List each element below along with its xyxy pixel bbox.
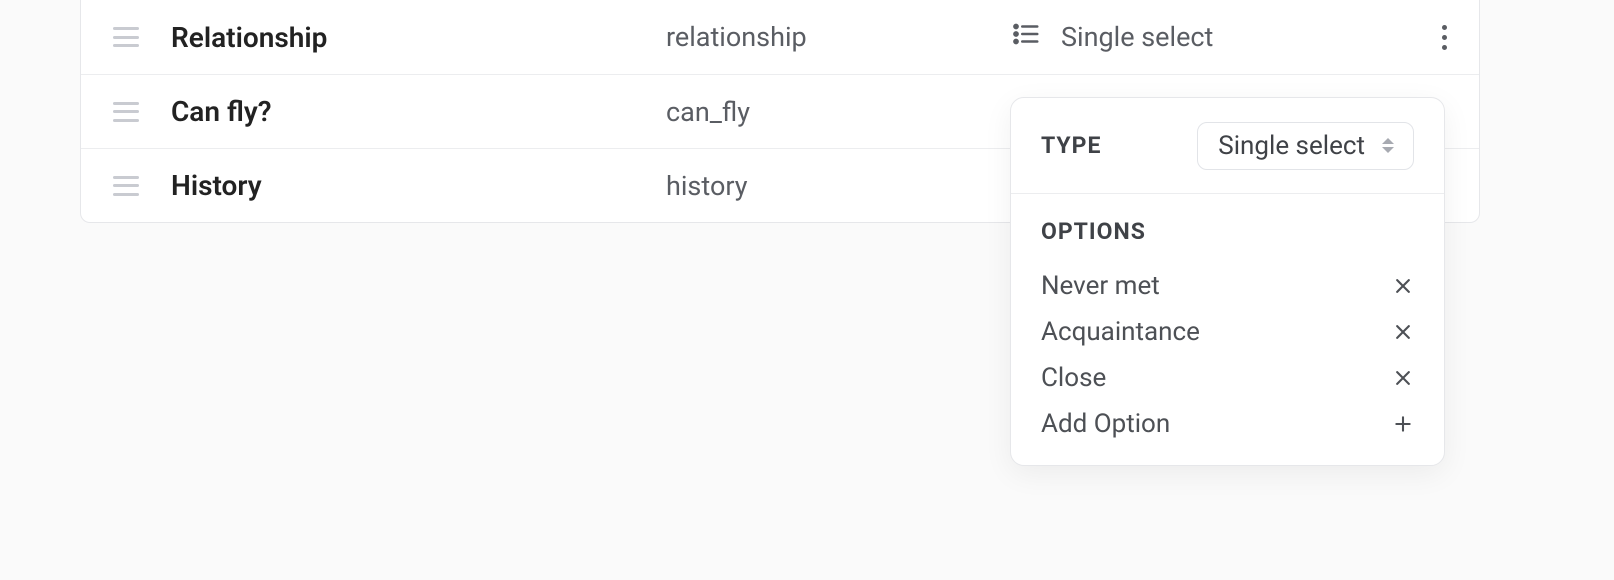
- type-select-value: Single select: [1218, 131, 1365, 161]
- field-type: Single select: [1011, 19, 1409, 56]
- type-select[interactable]: Single select: [1197, 122, 1414, 170]
- add-option-button[interactable]: Add Option: [1011, 401, 1444, 465]
- single-select-icon: [1011, 19, 1041, 56]
- remove-option-button[interactable]: [1392, 367, 1414, 389]
- dots-vertical-icon: [1442, 25, 1447, 50]
- option-item[interactable]: Never met: [1011, 263, 1444, 309]
- drag-handle[interactable]: [81, 176, 171, 196]
- remove-option-button[interactable]: [1392, 275, 1414, 297]
- plus-icon: [1392, 413, 1414, 435]
- field-key: can_fly: [666, 96, 1011, 128]
- remove-option-button[interactable]: [1392, 321, 1414, 343]
- field-key: relationship: [666, 21, 1011, 53]
- option-item[interactable]: Acquaintance: [1011, 309, 1444, 355]
- option-label: Acquaintance: [1041, 317, 1200, 347]
- table-row[interactable]: Relationship relationship Single select: [81, 0, 1479, 74]
- field-name: Can fly?: [171, 95, 666, 128]
- drag-icon: [113, 176, 139, 196]
- option-label: Close: [1041, 363, 1106, 393]
- row-menu-button[interactable]: [1409, 25, 1479, 50]
- chevron-up-down-icon: [1379, 138, 1397, 153]
- field-type-label: Single select: [1061, 21, 1213, 53]
- add-option-label: Add Option: [1041, 409, 1170, 439]
- options-heading: OPTIONS: [1011, 194, 1444, 263]
- field-settings-popover: TYPE Single select OPTIONS Never met Acq…: [1010, 97, 1445, 466]
- drag-handle[interactable]: [81, 102, 171, 122]
- drag-icon: [113, 27, 139, 47]
- field-name: Relationship: [171, 21, 666, 54]
- field-name: History: [171, 169, 666, 202]
- type-heading: TYPE: [1041, 132, 1101, 159]
- field-key: history: [666, 170, 1011, 202]
- option-item[interactable]: Close: [1011, 355, 1444, 401]
- drag-icon: [113, 102, 139, 122]
- drag-handle[interactable]: [81, 27, 171, 47]
- option-label: Never met: [1041, 271, 1160, 301]
